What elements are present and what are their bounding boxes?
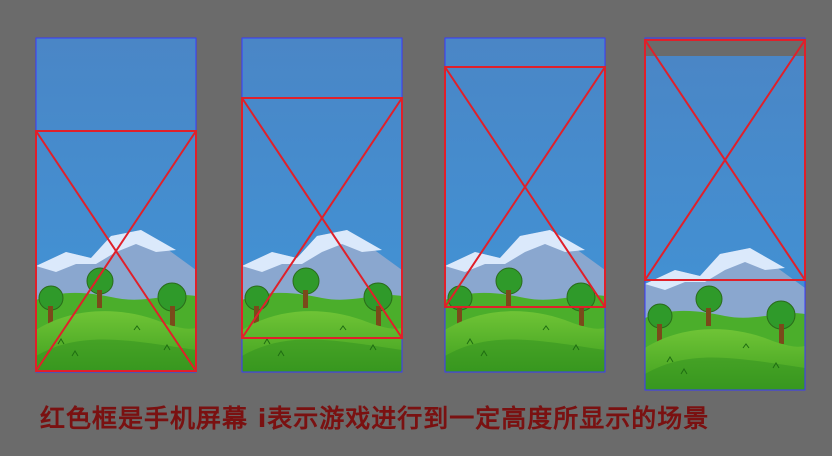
diagram-caption: 红色框是手机屏幕 i表示游戏进行到一定高度所显示的场景 [40,404,710,433]
scene-background [241,37,403,373]
scene-background [35,37,197,373]
scene-panel-1 [35,37,197,373]
scene-background [644,37,806,391]
scene-panel-4 [644,37,806,391]
scene-panel-2 [241,37,403,373]
scene-diagram [35,37,806,391]
scene-panel-3 [444,37,606,373]
scene-background [444,37,606,373]
